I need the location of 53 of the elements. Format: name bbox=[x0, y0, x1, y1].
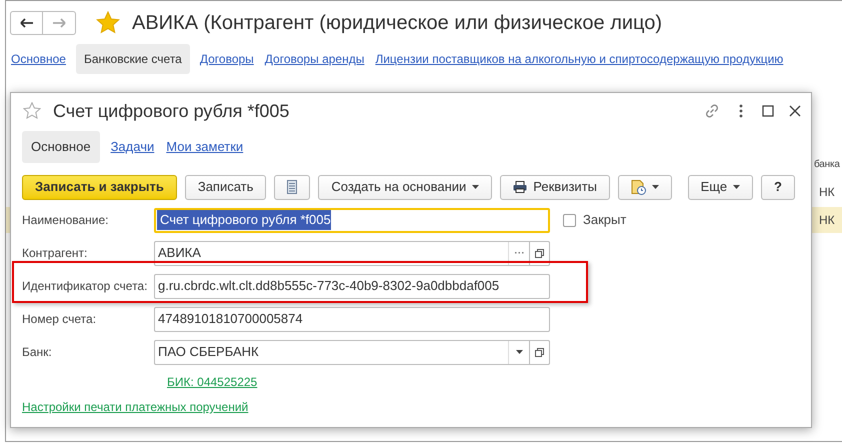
link-icon[interactable] bbox=[704, 103, 720, 119]
tab[interactable]: Договоры аренды bbox=[264, 50, 366, 68]
input-field[interactable]: АВИКА bbox=[154, 240, 550, 266]
tab[interactable]: Банковские счета bbox=[76, 44, 190, 74]
back-icon bbox=[20, 18, 34, 28]
tab[interactable]: Основное bbox=[22, 131, 100, 163]
tab[interactable]: Основное bbox=[10, 50, 67, 68]
document-menu-button[interactable] bbox=[618, 174, 672, 200]
list-icon bbox=[287, 180, 298, 194]
input-field[interactable]: g.ru.cbrdc.wlt.clt.dd8b555c-773c-40b9-8302-9a0dbbdaf005 bbox=[154, 274, 550, 298]
print-settings-link[interactable]: Настройки печати платежных поручений bbox=[22, 398, 248, 416]
details-button[interactable]: Реквизиты bbox=[500, 174, 610, 200]
input-field[interactable]: 47489101810700005874 bbox=[154, 306, 550, 332]
help-button[interactable]: ? bbox=[761, 174, 795, 200]
list-button[interactable] bbox=[274, 174, 310, 200]
table-cell-text: НК bbox=[819, 184, 835, 201]
save-and-close-button[interactable]: Записать и закрыть bbox=[22, 174, 177, 200]
open-window-icon bbox=[535, 248, 544, 258]
open-window-icon bbox=[535, 348, 544, 356]
field-label: Банк: bbox=[22, 344, 53, 361]
field-label: Номер счета: bbox=[22, 311, 98, 328]
field-label: Контрагент: bbox=[22, 245, 88, 262]
caret-icon bbox=[733, 185, 740, 189]
window-title: АВИКА (Контрагент (юридическое или физическое лицо) bbox=[132, 10, 662, 36]
input-field[interactable]: ПАО СБЕРБАНК bbox=[154, 340, 550, 364]
close-icon[interactable] bbox=[789, 105, 801, 117]
create-based-on-button[interactable]: Создать на основании bbox=[318, 174, 492, 200]
checkbox[interactable] bbox=[563, 214, 576, 226]
tab[interactable]: Задачи bbox=[110, 137, 156, 157]
table-cell-text: НК bbox=[819, 212, 835, 229]
caret-icon bbox=[472, 185, 480, 189]
more-button[interactable]: Еще bbox=[688, 174, 754, 200]
favorite-star-icon[interactable] bbox=[23, 102, 41, 120]
column-header: банка bbox=[814, 158, 840, 172]
caret-icon bbox=[516, 350, 522, 354]
checkbox-label: Закрыт bbox=[583, 211, 626, 230]
favorite-star-icon[interactable] bbox=[96, 11, 120, 34]
input-field[interactable]: Счет цифрового рубля *f005 bbox=[154, 208, 550, 232]
tab[interactable]: Договоры bbox=[198, 50, 255, 68]
field-label: Идентификатор счета: bbox=[22, 278, 148, 295]
tab[interactable]: Мои заметки bbox=[165, 137, 244, 157]
maximize-icon[interactable] bbox=[762, 105, 774, 117]
forward-icon bbox=[52, 18, 66, 28]
field-label: Наименование: bbox=[22, 212, 110, 229]
dialog-title: Счет цифрового рубля *f005 bbox=[53, 100, 290, 123]
back-button[interactable] bbox=[10, 10, 43, 34]
more-icon[interactable] bbox=[739, 104, 743, 118]
bik-link[interactable]: БИК: 044525225 bbox=[167, 373, 258, 391]
tab[interactable]: Лицензии поставщиков на алкогольную и спиртосодержащую продукцию bbox=[374, 50, 784, 68]
printer-icon bbox=[513, 181, 528, 193]
caret-icon bbox=[652, 185, 659, 189]
document-clock-icon bbox=[631, 180, 646, 194]
save-button[interactable]: Записать bbox=[184, 174, 266, 200]
